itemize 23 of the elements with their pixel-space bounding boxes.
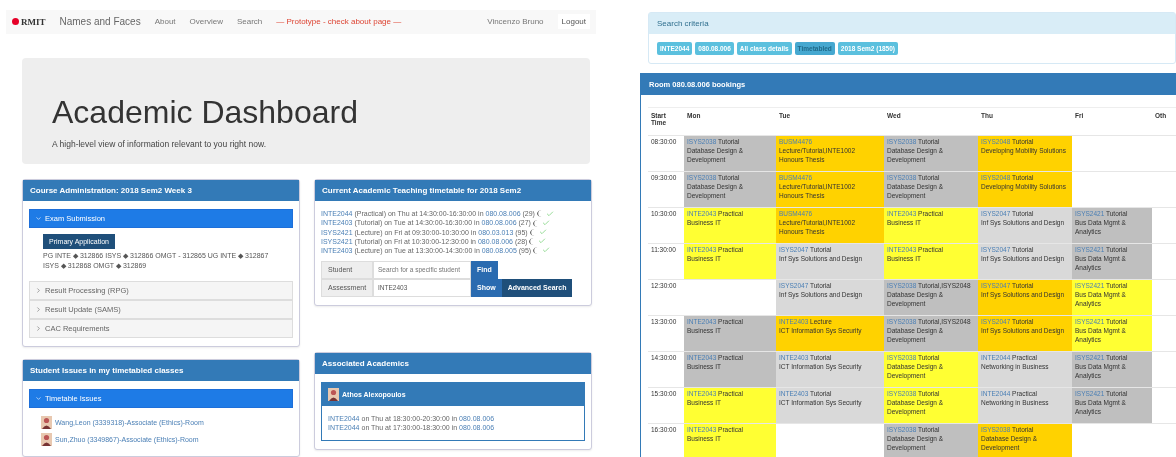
panel-title: Student Issues in my timetabled classes [23, 360, 299, 381]
brand-name[interactable]: Names and Faces [59, 16, 141, 28]
panel-title: Current Academic Teaching timetable for 2018 Sem2 [315, 180, 591, 202]
panel-title: Associated Academics [315, 352, 591, 374]
avatar-icon [41, 433, 52, 446]
avatar-icon [328, 387, 339, 401]
nav-link[interactable]: Overview [189, 17, 223, 27]
prototype-notice: — Prototype - check about page — [276, 17, 402, 27]
panel-title: Course Administration: 2018 Sem2 Week 3 [23, 180, 299, 202]
nav-link[interactable]: About [154, 17, 176, 27]
caret-icon [35, 325, 42, 332]
nav-link[interactable]: Search [236, 17, 263, 27]
caret-icon [35, 306, 42, 313]
page-title: Academic Dashboard [52, 93, 359, 131]
page-subtitle: A high-level view of information relevant to you right now. [52, 138, 268, 149]
avatar-icon [41, 416, 52, 429]
caret-icon [35, 395, 42, 402]
panel-title: Search criteria [649, 13, 1175, 34]
logout-link[interactable]: Logout [557, 14, 590, 30]
logo[interactable]: RMIT [12, 16, 46, 27]
caret-icon [35, 287, 42, 294]
user-name[interactable]: Vincenzo Bruno [487, 17, 544, 27]
caret-icon [35, 215, 42, 223]
